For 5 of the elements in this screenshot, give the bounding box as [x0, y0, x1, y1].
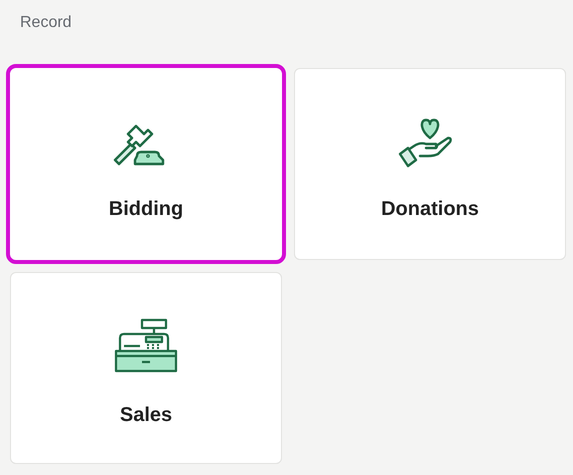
record-card[interactable]: Bidding	[6, 64, 286, 264]
cash-register-icon	[114, 318, 178, 374]
record-card[interactable]: Sales	[10, 272, 282, 464]
section-title: Record	[20, 14, 73, 32]
record-card[interactable]: Donations	[294, 68, 566, 260]
